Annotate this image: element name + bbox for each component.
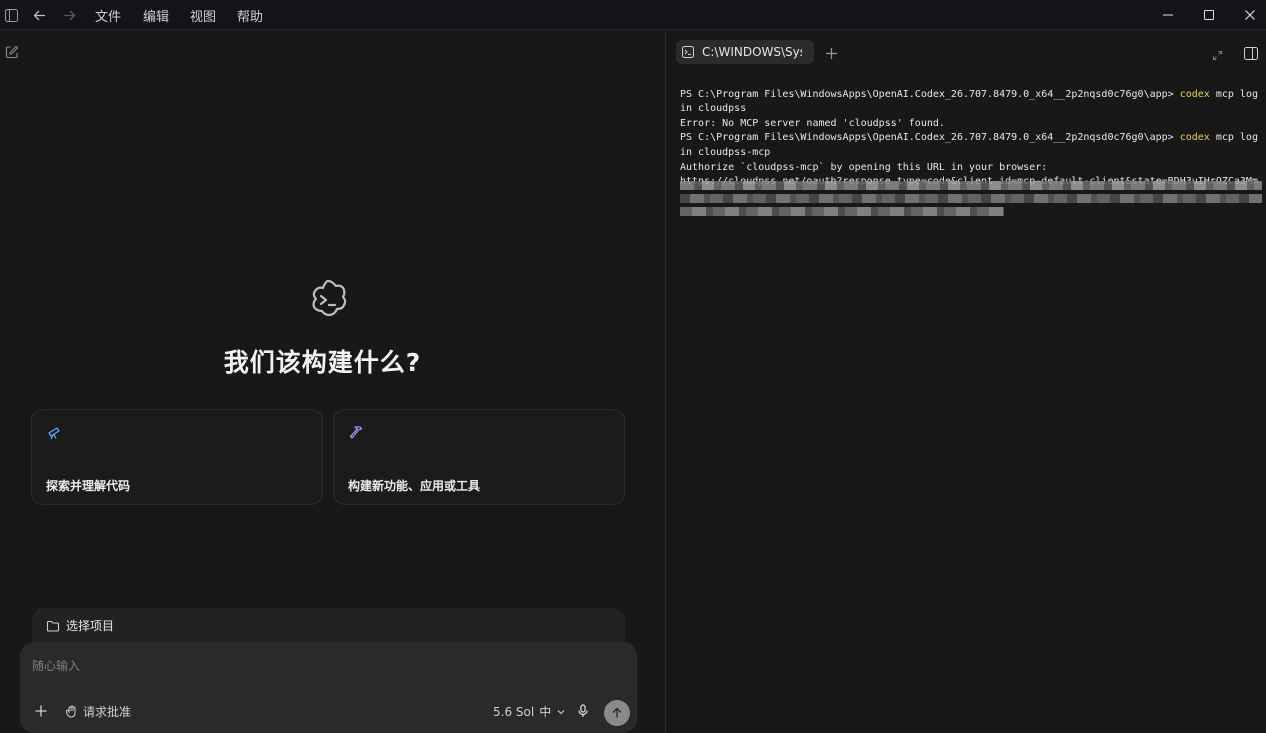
minimize-button[interactable] [1148, 0, 1188, 30]
hand-icon [65, 705, 78, 718]
effort-label: 中 [539, 705, 552, 719]
menu-help[interactable]: 帮助 [237, 6, 263, 25]
model-selector[interactable]: 5.6 Sol 中 [493, 703, 566, 720]
hammer-icon [348, 424, 364, 440]
terminal-icon [682, 46, 694, 58]
card-label: 构建新功能、应用或工具 [348, 479, 481, 493]
menu-edit[interactable]: 编辑 [143, 6, 169, 25]
title-bar: 文件 编辑 视图 帮助 [0, 0, 1266, 30]
redacted-block [680, 207, 1004, 216]
send-button[interactable] [604, 700, 630, 726]
terminal-line: Error: No MCP server named 'cloudpss' fo… [680, 117, 945, 129]
suggestion-card-explore[interactable]: 探索并理解代码 [31, 409, 323, 505]
model-label: 5.6 Sol [493, 704, 535, 719]
composer-input[interactable]: 随心输入 [32, 657, 80, 674]
hero-title: 我们该构建什么? [223, 348, 422, 377]
composer: 随心输入 请求批准 5.6 Sol 中 [20, 642, 637, 733]
back-arrow-icon[interactable] [30, 0, 48, 30]
panel-toggle-icon[interactable] [1244, 45, 1258, 64]
select-project-label: 选择项目 [66, 619, 115, 633]
folder-icon [46, 618, 60, 632]
chevron-down-icon [556, 707, 566, 717]
suggestion-card-build[interactable]: 构建新功能、应用或工具 [333, 409, 625, 505]
sidebar-toggle-icon[interactable] [2, 0, 20, 30]
terminal-line: PS C:\Program Files\WindowsApps\OpenAI.C… [680, 132, 1258, 144]
menu-view[interactable]: 视图 [190, 6, 216, 25]
attach-plus-icon[interactable] [34, 704, 48, 718]
telescope-icon [46, 424, 62, 440]
new-chat-icon[interactable] [5, 44, 21, 60]
new-tab-plus-icon[interactable] [825, 45, 838, 64]
chat-panel: 我们该构建什么? 探索并理解代码 构建新功能、应用或工具 选择项目 随心输入 请… [0, 31, 665, 733]
approval-mode-button[interactable]: 请求批准 [65, 703, 131, 720]
microphone-icon[interactable] [577, 704, 589, 718]
terminal-line: in cloudpss [680, 103, 747, 115]
redacted-block [680, 181, 1262, 190]
card-label: 探索并理解代码 [46, 479, 131, 493]
expand-icon[interactable] [1212, 46, 1223, 65]
terminal-line: Authorize `cloudpss-mcp` by opening this… [680, 161, 1048, 173]
codex-logo-icon [305, 277, 351, 323]
forward-arrow-icon[interactable] [60, 0, 78, 30]
close-button[interactable] [1230, 0, 1266, 30]
approval-mode-label: 请求批准 [83, 705, 132, 719]
terminal-line: in cloudpss-mcp [680, 146, 771, 158]
terminal-panel: C:\WINDOWS\System32\WindowsPowerShell PS… [666, 31, 1266, 733]
arrow-up-icon [611, 707, 623, 719]
terminal-tab-title: C:\WINDOWS\System32\WindowsPowerShell [702, 45, 802, 59]
menu-file[interactable]: 文件 [95, 6, 121, 25]
redacted-block [680, 194, 1262, 203]
maximize-button[interactable] [1189, 0, 1229, 30]
terminal-tab[interactable]: C:\WINDOWS\System32\WindowsPowerShell [676, 40, 814, 64]
terminal-line: PS C:\Program Files\WindowsApps\OpenAI.C… [680, 88, 1258, 100]
